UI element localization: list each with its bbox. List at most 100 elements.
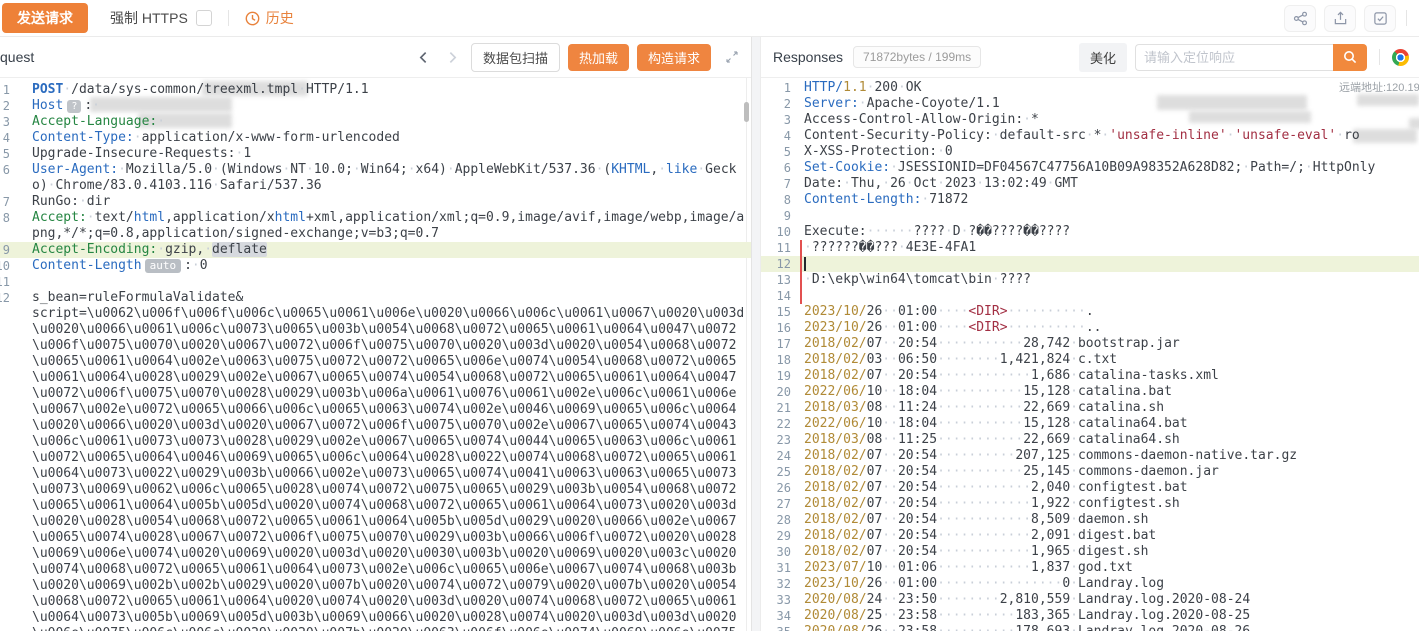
request-editor[interactable]: 1 POST·/data/sys-common/treexml.tmpl·HTTP… bbox=[0, 78, 751, 631]
code-text: Content-Length:·71872 bbox=[804, 192, 1419, 208]
code-line: 8Accept:·text/html,application/xhtml+xml… bbox=[0, 210, 751, 242]
force-https-checkbox[interactable] bbox=[196, 10, 212, 26]
code-line: 13·D:\ekp\win64\tomcat\bin·???? bbox=[761, 272, 1419, 288]
code-line: 322023/10/26··01:00················0·Lan… bbox=[761, 576, 1419, 592]
nav-forward-button[interactable] bbox=[442, 49, 463, 66]
code-text: ·??????��???·4E3E-4FA1 bbox=[804, 240, 1419, 256]
chevron-right-icon bbox=[446, 51, 459, 64]
line-number: 7 bbox=[0, 194, 10, 210]
code-line: 34 2020/08/25··23:58··········183,365·Lan… bbox=[761, 608, 1419, 624]
code-text: 2020/08/25··23:58··········183,365·Landr… bbox=[804, 608, 1419, 624]
code-text: Server:·Apache-Coyote/1.1 bbox=[804, 96, 1419, 112]
line-number: 4 bbox=[0, 130, 10, 146]
line-number: 28 bbox=[761, 512, 791, 528]
hot-reload-button[interactable]: 热加载 bbox=[568, 44, 629, 71]
code-text: 2018/02/07··20:54···········28,742·boots… bbox=[804, 336, 1419, 352]
line-number: 11 bbox=[761, 240, 791, 256]
code-text: 2018/02/07··20:54············2,040·confi… bbox=[804, 480, 1419, 496]
chrome-icon[interactable] bbox=[1392, 49, 1409, 66]
line-number: 24 bbox=[761, 448, 791, 464]
code-line: 182018/02/03··06:50········1,421,824·c.t… bbox=[761, 352, 1419, 368]
select-mode-button[interactable] bbox=[1364, 5, 1396, 32]
history-button[interactable]: 历史 bbox=[245, 8, 294, 28]
code-text: 2018/02/07··20:54··········207,125·commo… bbox=[804, 448, 1419, 464]
divider bbox=[1379, 49, 1380, 65]
code-line: 252018/02/07··20:54···········25,145·com… bbox=[761, 464, 1419, 480]
line-number: 23 bbox=[761, 432, 791, 448]
code-text: POST·/data/sys-common/treexml.tmpl·HTTP/… bbox=[32, 82, 751, 98]
code-line: 8Content-Length:·71872 bbox=[761, 192, 1419, 208]
code-text: User-Agent:·Mozilla/5.0·(Windows·NT·10.0… bbox=[32, 162, 751, 194]
code-text: Date:·Thu,·26·Oct·2023·13:02:49·GMT bbox=[804, 176, 1419, 192]
upload-icon bbox=[1333, 11, 1348, 26]
code-line: 5Upgrade-Insecure-Requests:·1 bbox=[0, 146, 751, 162]
code-line: 272018/02/07··20:54············1,922·con… bbox=[761, 496, 1419, 512]
line-number: 5 bbox=[761, 144, 791, 160]
line-number: 29 bbox=[761, 528, 791, 544]
code-line: 172018/02/07··20:54···········28,742·boo… bbox=[761, 336, 1419, 352]
code-text: 2018/03/08··11:25···········22,669·catal… bbox=[804, 432, 1419, 448]
code-text: 2022/06/10··18:04···········15,128·catal… bbox=[804, 416, 1419, 432]
line-number: 6 bbox=[761, 160, 791, 176]
code-line: 292018/02/07··20:54············2,091·dig… bbox=[761, 528, 1419, 544]
nav-back-button[interactable] bbox=[413, 49, 434, 66]
code-line: 2Server:·Apache-Coyote/1.1 bbox=[761, 96, 1419, 112]
code-text: Content-Type:·application/x-www-form-url… bbox=[32, 130, 751, 146]
line-number: 27 bbox=[761, 496, 791, 512]
code-text: ·D:\ekp\win64\tomcat\bin·???? bbox=[804, 272, 1419, 288]
divider bbox=[1406, 10, 1407, 26]
code-text: 2023/10/26··01:00················0·Landr… bbox=[804, 576, 1419, 592]
line-number: 10 bbox=[0, 258, 10, 274]
code-line: 302018/02/07··20:54············1,965·dig… bbox=[761, 544, 1419, 560]
code-line: 24 2018/02/07··20:54··········207,125·com… bbox=[761, 448, 1419, 464]
line-number: 12 bbox=[0, 290, 10, 631]
code-line: 7 RunGo:·dir bbox=[0, 194, 751, 210]
modified-line-indicator bbox=[800, 240, 802, 256]
modified-line-indicator bbox=[800, 288, 802, 304]
line-number: 3 bbox=[761, 112, 791, 128]
code-text: 2018/02/07··20:54············1,686·catal… bbox=[804, 368, 1419, 384]
response-editor[interactable]: 远端地址:120.19 1HTTP/1.1·200·OK2Server:·Apa… bbox=[761, 78, 1419, 631]
code-line: 222022/06/10··18:04···········15,128·cat… bbox=[761, 416, 1419, 432]
code-line: 7Date:·Thu,·26·Oct·2023·13:02:49·GMT bbox=[761, 176, 1419, 192]
code-line: 202022/06/10··18:04···········15,128·cat… bbox=[761, 384, 1419, 400]
line-number: 8 bbox=[0, 210, 10, 242]
line-number: 16 bbox=[761, 320, 791, 336]
line-number: 11 bbox=[0, 274, 10, 290]
construct-request-button[interactable]: 构造请求 bbox=[637, 44, 711, 71]
search-button[interactable] bbox=[1333, 44, 1367, 71]
line-number: 14 bbox=[761, 288, 791, 304]
line-number: 34 bbox=[761, 608, 791, 624]
code-text: 2018/02/07··20:54············1,965·diges… bbox=[804, 544, 1419, 560]
code-text: Access-Control-Allow-Origin:·* bbox=[804, 112, 1419, 128]
export-button[interactable] bbox=[1324, 5, 1356, 32]
response-search-input[interactable] bbox=[1135, 44, 1333, 71]
line-number: 15 bbox=[761, 304, 791, 320]
line-number: 20 bbox=[761, 384, 791, 400]
packet-scan-button[interactable]: 数据包扫描 bbox=[471, 43, 560, 72]
code-text: s_bean=ruleFormulaValidate&script=\u0062… bbox=[32, 290, 751, 631]
code-line: 9Accept-Encoding:·gzip,·deflate bbox=[0, 242, 751, 258]
line-number: 1 bbox=[0, 82, 10, 98]
divider bbox=[228, 10, 229, 26]
fullscreen-button[interactable] bbox=[723, 48, 741, 66]
code-text bbox=[32, 274, 751, 290]
code-line: 3Accept-Language:· bbox=[0, 114, 751, 130]
code-line: 9 bbox=[761, 208, 1419, 224]
share-icon bbox=[1293, 11, 1308, 26]
code-line: 4Content-Security-Policy:·default-src·*·… bbox=[761, 128, 1419, 144]
response-meta-badge: 71872bytes / 199ms bbox=[853, 46, 981, 68]
code-text: HTTP/1.1·200·OK bbox=[804, 80, 1419, 96]
code-line: 10Content-Lengthauto:·0 bbox=[0, 258, 751, 274]
line-number: 19 bbox=[761, 368, 791, 384]
code-text: Set-Cookie:·JSESSIONID=DF04567C47756A10B… bbox=[804, 160, 1419, 176]
line-number: 35 bbox=[761, 624, 791, 631]
code-line: 212018/03/08··11:24···········22,669·cat… bbox=[761, 400, 1419, 416]
beautify-button[interactable]: 美化 bbox=[1079, 43, 1127, 72]
code-text: RunGo:·dir bbox=[32, 194, 751, 210]
code-line: 12 bbox=[761, 256, 1419, 272]
force-https-label: 强制 HTTPS bbox=[110, 8, 188, 28]
send-request-button[interactable]: 发送请求 bbox=[2, 3, 88, 33]
share-button[interactable] bbox=[1284, 5, 1316, 32]
line-number: 33 bbox=[761, 592, 791, 608]
